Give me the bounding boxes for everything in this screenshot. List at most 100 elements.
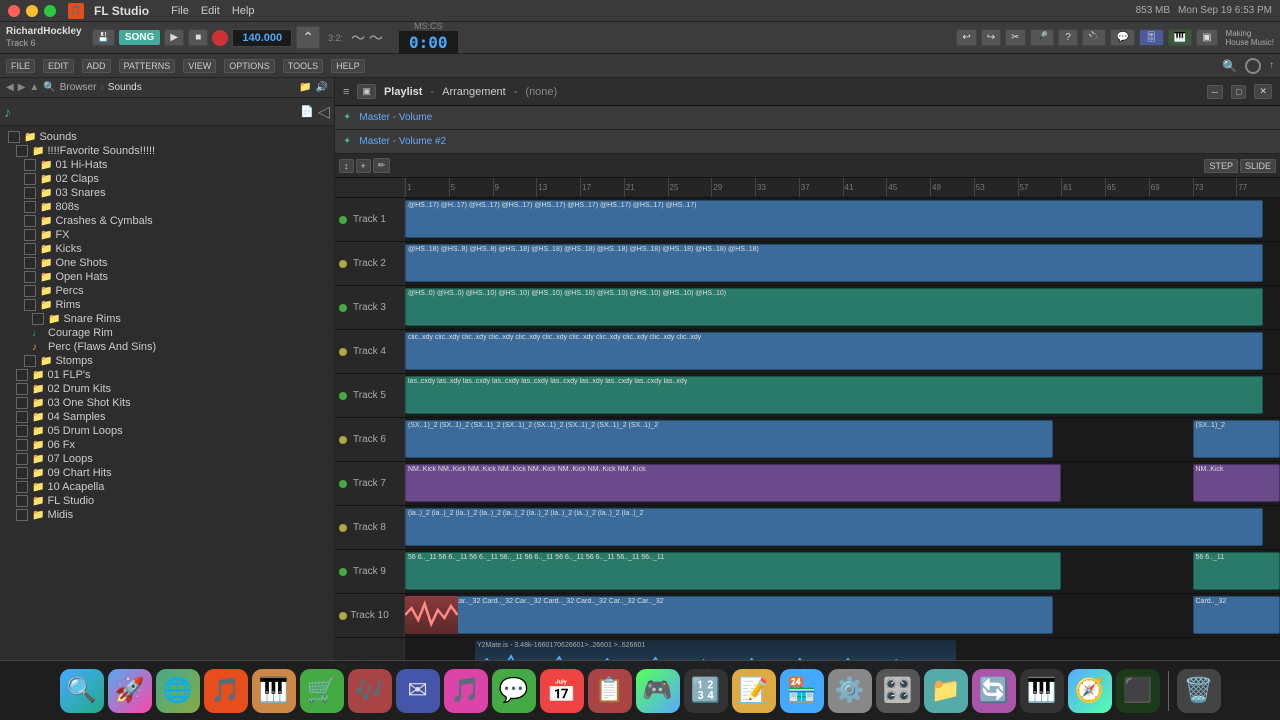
menu-help-btn[interactable]: HELP xyxy=(331,59,365,73)
tree-item-snare-rims[interactable]: 📁 Snare Rims xyxy=(0,312,334,326)
clip[interactable]: NM..Kick NM..Kick NM..Kick NM..Kick NM..… xyxy=(405,464,1061,502)
search-icon[interactable]: 🔍 xyxy=(1222,59,1237,73)
menu-edit-btn[interactable]: EDIT xyxy=(43,59,74,73)
dock-terminal[interactable]: ⬛ xyxy=(1116,669,1160,713)
dock-itunes[interactable]: 🎵 xyxy=(444,669,488,713)
pattern-button[interactable]: ▣ xyxy=(1196,29,1217,46)
clip[interactable]: @HS..18) @HS..8) @HS..8) @HS..18) @HS..1… xyxy=(405,244,1263,282)
tree-item-courage-rim[interactable]: ♩ Courage Rim xyxy=(0,326,334,340)
clip[interactable]: (SX..1)_2 (SX..1)_2 (SX..1)_2 (SX..1)_2 … xyxy=(405,420,1053,458)
favorites-checkbox[interactable] xyxy=(16,145,28,157)
waveform-clip[interactable] xyxy=(405,596,458,634)
menu-edit[interactable]: Edit xyxy=(201,5,220,17)
toolbar-step[interactable]: STEP xyxy=(1204,159,1238,173)
clip[interactable]: @HS..17) @H..17) @HS..17) @HS..17) @HS..… xyxy=(405,200,1263,238)
tree-item-snares[interactable]: 📁 03 Snares xyxy=(0,186,334,200)
nav-back[interactable]: ◀ xyxy=(6,82,14,93)
tree-item-04samples[interactable]: 📁 04 Samples xyxy=(0,410,334,424)
nav-forward[interactable]: ▶ xyxy=(18,82,26,93)
clip[interactable]: clic..xdy clic..xdy clic..xdy clic..xdy … xyxy=(405,332,1263,370)
dock-chrome[interactable]: 🌐 xyxy=(156,669,200,713)
dock-clips[interactable]: 📋 xyxy=(588,669,632,713)
menu-help[interactable]: Help xyxy=(232,5,255,17)
midis-checkbox[interactable] xyxy=(16,509,28,521)
song-mode-button[interactable]: SONG xyxy=(119,30,160,45)
tree-item-sounds[interactable]: 📁 Sounds xyxy=(0,130,334,144)
maximize-playlist[interactable]: □ xyxy=(1231,85,1246,99)
maximize-button[interactable] xyxy=(44,5,56,17)
close-button[interactable] xyxy=(8,5,20,17)
dock-mp3[interactable]: 🎶 xyxy=(348,669,392,713)
01flps-checkbox[interactable] xyxy=(16,369,28,381)
hihats-checkbox[interactable] xyxy=(24,159,36,171)
dock-appstore[interactable]: 🏪 xyxy=(780,669,824,713)
dock-safari[interactable]: 🧭 xyxy=(1068,669,1112,713)
toolbar-slide[interactable]: SLIDE xyxy=(1240,159,1276,173)
save-button[interactable]: 💾 xyxy=(92,29,115,46)
06fx-checkbox[interactable] xyxy=(16,439,28,451)
tree-item-07loops[interactable]: 📁 07 Loops xyxy=(0,452,334,466)
clip[interactable]: 56 6.._11 xyxy=(1193,552,1280,590)
mixer-button[interactable]: 🎚 xyxy=(1139,29,1164,46)
undo-button[interactable]: ↩ xyxy=(956,29,976,46)
help-button[interactable]: ? xyxy=(1058,29,1078,46)
tree-item-rims[interactable]: 📁 Rims xyxy=(0,298,334,312)
rims-checkbox[interactable] xyxy=(24,299,36,311)
10acapella-checkbox[interactable] xyxy=(16,481,28,493)
dock-gamecenter[interactable]: 🎮 xyxy=(636,669,680,713)
clip[interactable]: (SX..1)_2 xyxy=(1193,420,1280,458)
808s-checkbox[interactable] xyxy=(24,201,36,213)
redo-button[interactable]: ↪ xyxy=(981,29,1001,46)
dock-ni[interactable]: 🎹 xyxy=(252,669,296,713)
oneshots-checkbox[interactable] xyxy=(24,257,36,269)
menu-add-btn[interactable]: ADD xyxy=(82,59,111,73)
record-button[interactable] xyxy=(212,30,228,46)
menu-tools-btn[interactable]: TOOLS xyxy=(283,59,323,73)
tree-item-05drum-loops[interactable]: 📁 05 Drum Loops xyxy=(0,424,334,438)
snares-checkbox[interactable] xyxy=(24,187,36,199)
dock-messages[interactable]: 💬 xyxy=(492,669,536,713)
tree-item-midis[interactable]: 📁 Midis xyxy=(0,508,334,522)
percs-checkbox[interactable] xyxy=(24,285,36,297)
dock-calculator[interactable]: 🔢 xyxy=(684,669,728,713)
track-4-content[interactable]: clic..xdy clic..xdy clic..xdy clic..xdy … xyxy=(405,330,1280,373)
tree-item-openhats[interactable]: 📁 Open Hats xyxy=(0,270,334,284)
dock-notes[interactable]: 📝 xyxy=(732,669,776,713)
clip[interactable]: @HS..0) @HS..0) @HS..10) @HS..10) @HS..1… xyxy=(405,288,1263,326)
mic-button[interactable]: 🎤 xyxy=(1030,29,1054,46)
chat-button[interactable]: 💬 xyxy=(1110,29,1134,46)
playlist-menu[interactable]: ▣ xyxy=(357,84,376,99)
dock-launchpad[interactable]: 🚀 xyxy=(108,669,152,713)
03one-shot-kits-checkbox[interactable] xyxy=(16,397,28,409)
stop-button[interactable]: ■ xyxy=(188,29,208,46)
track-10-content[interactable]: Car.._32 Car.._32 Card.._32 Car.._32 Car… xyxy=(405,594,1280,637)
dock-control[interactable]: 🎛️ xyxy=(876,669,920,713)
dock-calendar[interactable]: 📅 xyxy=(540,669,584,713)
tree-item-10acapella[interactable]: 📁 10 Acapella xyxy=(0,480,334,494)
dock-migration[interactable]: 🔄 xyxy=(972,669,1016,713)
track-2-content[interactable]: @HS..18) @HS..8) @HS..8) @HS..18) @HS..1… xyxy=(405,242,1280,285)
fl-studio-checkbox[interactable] xyxy=(16,495,28,507)
crashes-checkbox[interactable] xyxy=(24,215,36,227)
clip[interactable]: Card.._32 xyxy=(1193,596,1280,634)
minimize-button[interactable] xyxy=(26,5,38,17)
nav-up[interactable]: ▲ xyxy=(29,82,39,93)
tree-item-kicks[interactable]: 📁 Kicks xyxy=(0,242,334,256)
09chart-hits-checkbox[interactable] xyxy=(16,467,28,479)
dock-settings[interactable]: ⚙️ xyxy=(828,669,872,713)
tree-item-hihats[interactable]: 📁 01 Hi-Hats xyxy=(0,158,334,172)
plugin-button[interactable]: 🔌 xyxy=(1082,29,1106,46)
tree-item-02drum-kits[interactable]: 📁 02 Drum Kits xyxy=(0,382,334,396)
tree-item-crashes[interactable]: 📁 Crashes & Cymbals xyxy=(0,214,334,228)
dock-finder[interactable]: 🔍 xyxy=(60,669,104,713)
close-playlist[interactable]: ✕ xyxy=(1254,84,1272,99)
dock-trash[interactable]: 🗑️ xyxy=(1177,669,1221,713)
toolbar-pencil[interactable]: ✏ xyxy=(373,158,391,173)
openhats-checkbox[interactable] xyxy=(24,271,36,283)
clip[interactable]: Car.._32 Car.._32 Card.._32 Car.._32 Car… xyxy=(423,596,1053,634)
tree-item-808s[interactable]: 📁 808s xyxy=(0,200,334,214)
clip[interactable]: las..cxdy las..xdy las..cxdy las..cxdy l… xyxy=(405,376,1263,414)
play-button[interactable]: ▶ xyxy=(164,29,184,46)
bpm-up[interactable]: ⌃ xyxy=(296,26,320,49)
02drum-kits-checkbox[interactable] xyxy=(16,383,28,395)
